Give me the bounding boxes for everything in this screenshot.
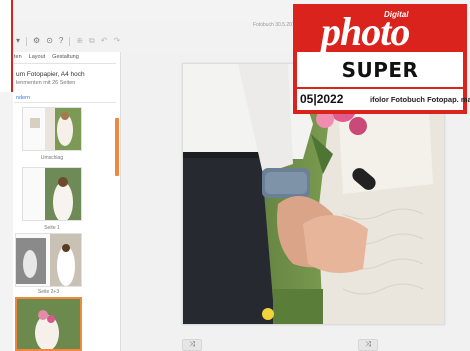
undo-icon[interactable]: ↶ — [101, 36, 108, 46]
badge-rating: SUPER — [341, 58, 419, 82]
thumb-page-1[interactable] — [22, 167, 82, 221]
sidebar-scrollbar[interactable] — [115, 118, 119, 176]
product-subtitle: lenmenten mit 26 Seiten — [16, 80, 76, 86]
shuffle-right-button[interactable]: ⤨ — [358, 339, 378, 351]
change-product-link[interactable]: ndern — [16, 95, 30, 101]
thumb-page-4[interactable] — [15, 297, 82, 351]
thumb-page-2-3[interactable] — [15, 233, 82, 287]
tab-products[interactable]: ten — [14, 54, 22, 60]
thumb-page-2-3-image — [16, 234, 81, 286]
chevron-down-icon[interactable]: ▾ — [16, 36, 20, 46]
badge-issue: 05|2022 — [300, 92, 344, 106]
window-title: Fotobuch 30.5.201 — [253, 22, 295, 28]
tab-underline — [14, 63, 116, 64]
sidebar-divider — [14, 102, 116, 103]
tab-design[interactable]: Gestaltung — [52, 54, 79, 60]
toolbar-divider — [69, 36, 71, 46]
thumb-cover-image — [23, 108, 81, 150]
screenshot-stage: Fotobuch 30.5.201 ▾ ⚙ ⊙ ? ⊕ ⧉ ↶ ↷ ten La… — [0, 0, 470, 351]
settings-icon[interactable]: ⊙ — [46, 36, 53, 46]
thumb-label-page-1: Seite 1 — [44, 225, 60, 231]
grid-icon[interactable]: ⚙ — [33, 36, 40, 46]
product-title: um Fotopapier, A4 hoch — [16, 71, 85, 78]
thumb-cover[interactable] — [22, 107, 82, 151]
redo-icon[interactable]: ↷ — [113, 36, 120, 46]
toolbar: ▾ ⚙ ⊙ ? ⊕ ⧉ ↶ ↷ — [16, 33, 120, 49]
badge-header: Digital photo — [297, 8, 463, 52]
badge-divider — [297, 87, 463, 89]
badge-brand: photo — [321, 9, 410, 54]
sidebar-tabs: ten Layout Gestaltung — [14, 54, 79, 60]
thumb-page-1-image — [23, 168, 81, 220]
shuffle-left-button[interactable]: ⤨ — [182, 339, 202, 351]
tab-layout[interactable]: Layout — [29, 54, 46, 60]
thumb-label-page-2-3: Seite 2+3 — [37, 289, 60, 295]
badge-product: ifolor Fotobuch Fotopap. matt — [370, 95, 470, 104]
test-badge: Digital photo SUPER 05|2022 ifolor Fotob… — [293, 4, 470, 114]
zoom-icon[interactable]: ⊕ — [76, 36, 83, 46]
copy-icon[interactable]: ⧉ — [89, 36, 95, 46]
thumb-label-cover: Umschlag — [40, 155, 64, 161]
thumb-page-4-image — [17, 299, 80, 349]
background-red-edge — [0, 0, 13, 92]
help-icon[interactable]: ? — [59, 36, 63, 46]
toolbar-divider — [26, 36, 28, 46]
